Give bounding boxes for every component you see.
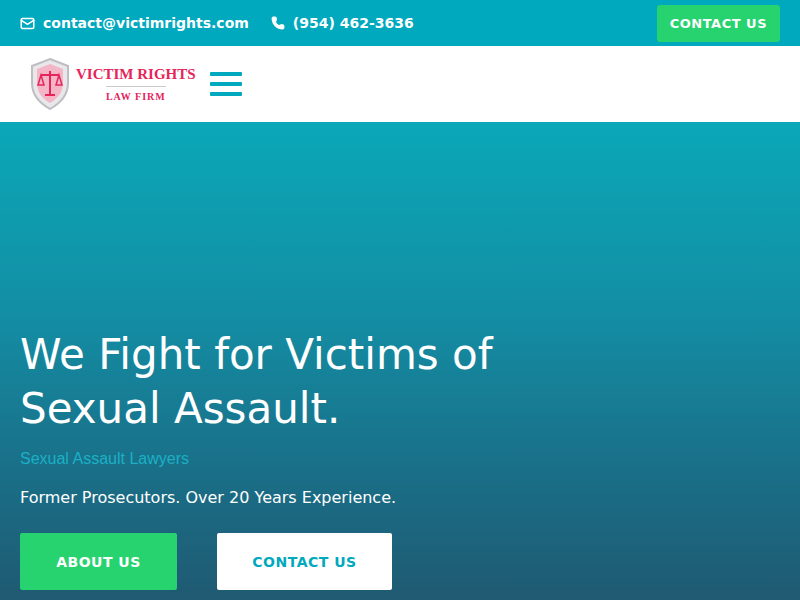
logo-subtitle: LAW FIRM: [106, 86, 166, 102]
phone-link[interactable]: (954) 462-3636: [271, 15, 414, 31]
header: VICTIM RIGHTS LAW FIRM: [0, 46, 800, 122]
hero-buttons: ABOUT US CONTACT US: [20, 533, 780, 590]
menu-icon[interactable]: [206, 68, 246, 100]
contact-button[interactable]: CONTACT US: [657, 5, 780, 42]
envelope-icon: [20, 16, 35, 31]
logo[interactable]: VICTIM RIGHTS LAW FIRM: [28, 57, 196, 111]
logo-name: VICTIM RIGHTS: [76, 66, 196, 83]
hero: We Fight for Victims of Sexual Assault. S…: [0, 122, 800, 600]
phone-icon: [271, 16, 285, 30]
page: contact@victimrights.com (954) 462-3636 CO…: [0, 0, 800, 600]
hero-button[interactable]: ABOUT US: [20, 533, 177, 590]
top-bar: contact@victimrights.com (954) 462-3636 CO…: [0, 0, 800, 46]
hero-subtitle: Sexual Assault Lawyers: [20, 450, 780, 468]
hero-button[interactable]: CONTACT US: [217, 533, 392, 590]
logo-text: VICTIM RIGHTS LAW FIRM: [76, 66, 196, 102]
hero-tagline: Former Prosecutors. Over 20 Years Experi…: [20, 488, 780, 507]
hero-title: We Fight for Victims of Sexual Assault.: [20, 328, 540, 436]
shield-logo-icon: [28, 57, 72, 111]
email-link[interactable]: contact@victimrights.com: [20, 15, 249, 31]
